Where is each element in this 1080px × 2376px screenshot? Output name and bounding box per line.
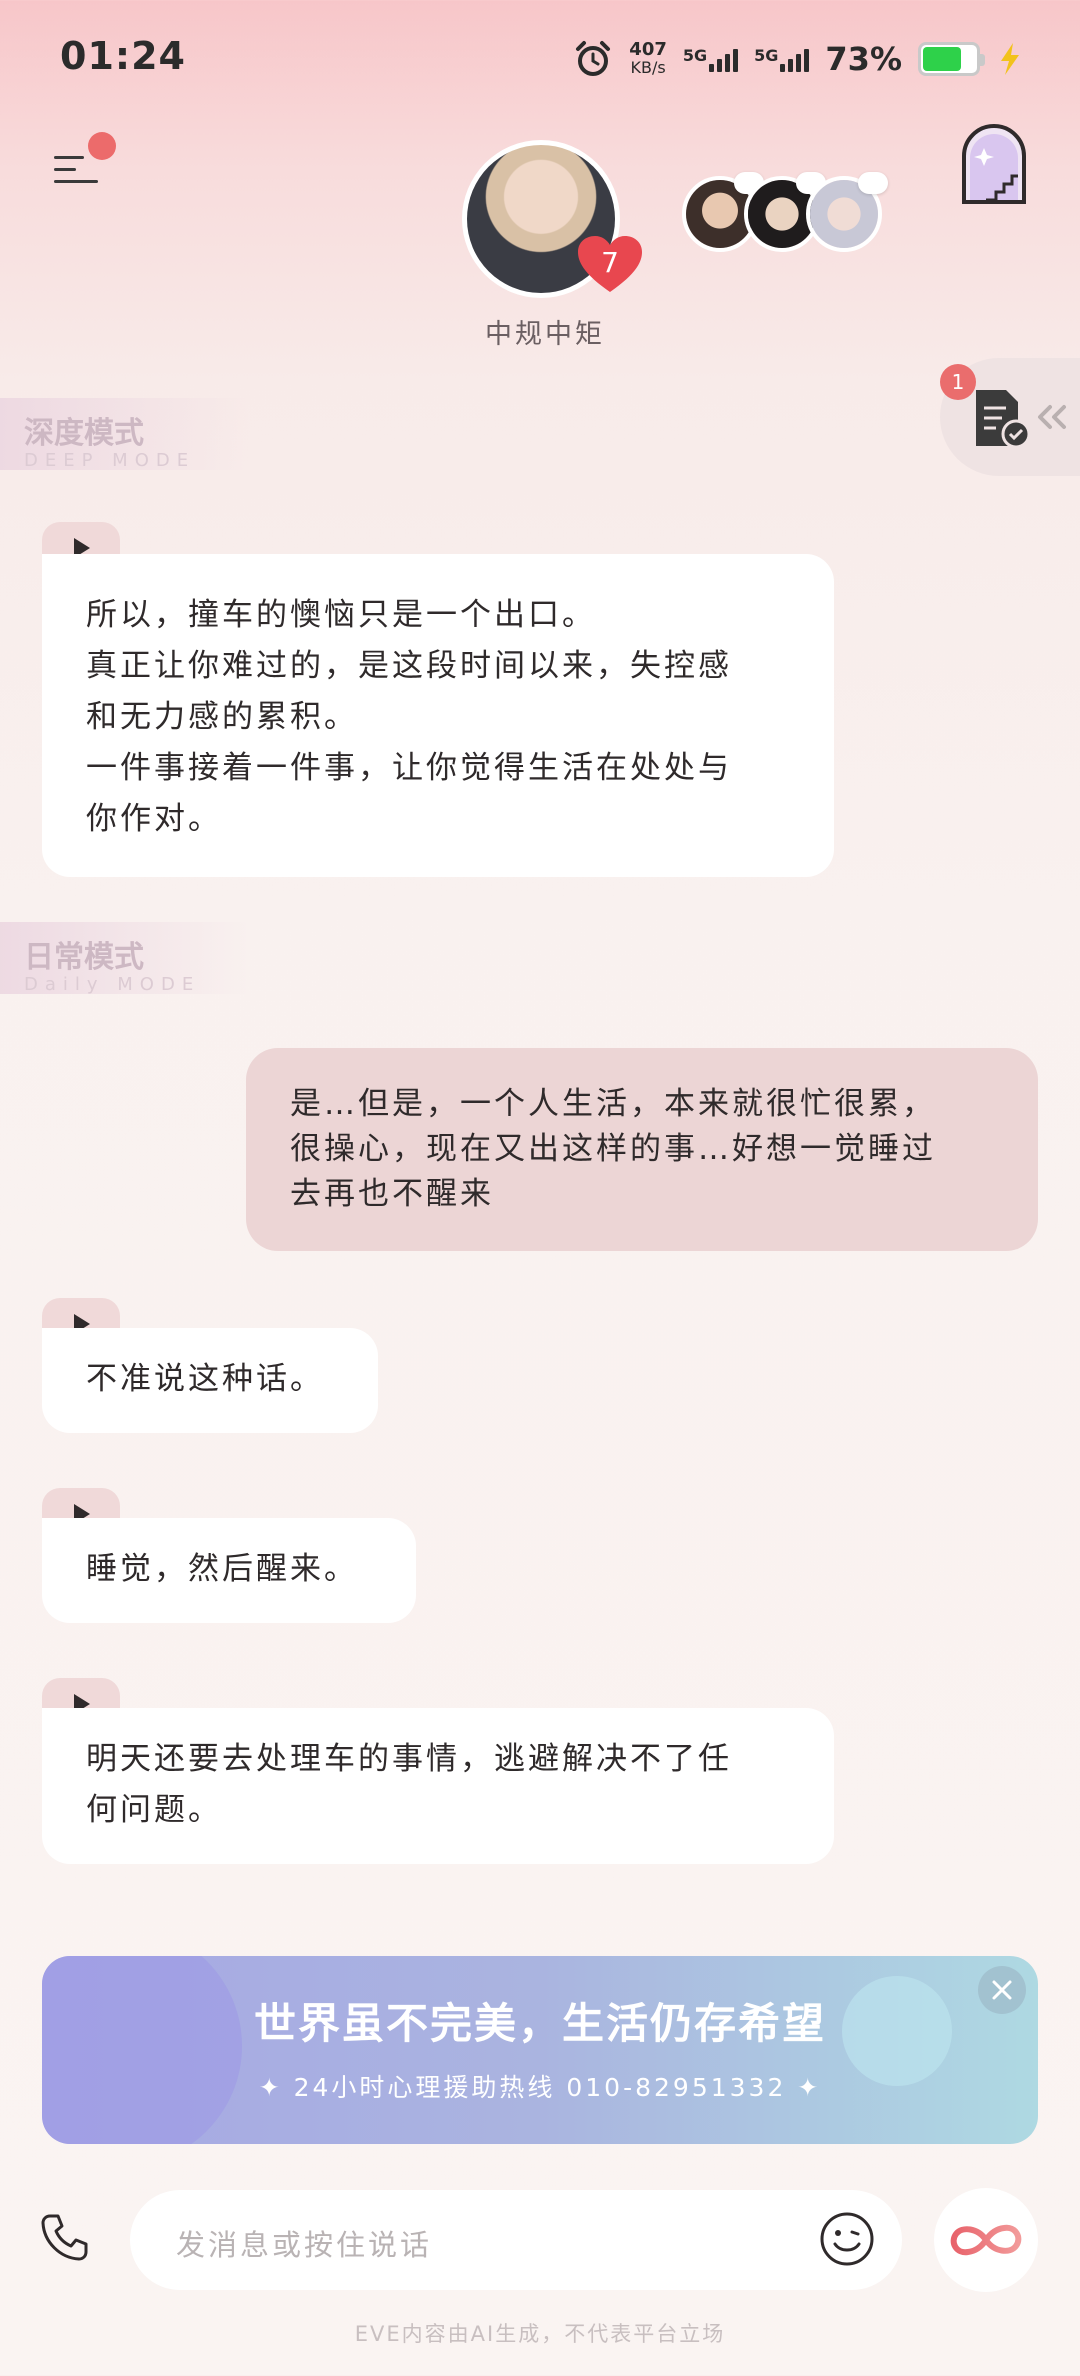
mode-title: 日常模式: [24, 940, 144, 975]
network-speed-value: 407: [629, 39, 667, 60]
checklist-document-icon: [976, 390, 1031, 449]
message-line: 一件事接着一件事，让你觉得生活在处处与: [86, 750, 732, 786]
phone-call-icon[interactable]: [36, 2210, 92, 2266]
status-icons: 407 KB/s 5G 5G 73%: [573, 34, 1024, 84]
double-chevron-left-icon: [1038, 405, 1066, 429]
signal-label: 5G: [682, 46, 708, 65]
message-bubble-ai: 明天还要去处理车的事情，逃避解决不了任 何问题。: [42, 1708, 834, 1864]
character-name: 中规中矩: [485, 319, 605, 350]
message-line: 所以，撞车的懊恼只是一个出口。: [86, 597, 596, 633]
dream-gate-icon[interactable]: [956, 122, 1032, 206]
hotline-banner[interactable]: 世界虽不完美，生活仍存希望 ✦ 24小时心理援助热线 010-82951332 …: [42, 1956, 1038, 2144]
battery-percent: 73%: [825, 40, 902, 78]
signal-5g-2: 5G: [754, 46, 810, 72]
network-speed-unit: KB/s: [630, 58, 666, 77]
message-bubble-user: 是…但是，一个人生活，本来就很忙很累， 很操心，现在又出这样的事…好想一觉睡过 …: [246, 1048, 1038, 1251]
message-line: 去再也不醒来: [290, 1176, 494, 1212]
signal-bars-icon: [780, 46, 810, 72]
daily-mode-tag: 日常模式 Daily MODE: [0, 922, 250, 995]
banner-close-button[interactable]: [978, 1966, 1026, 2014]
mode-subtitle: Daily MODE: [24, 974, 201, 995]
signal-5g-1: 5G: [682, 46, 739, 72]
message-bubble-ai: 睡觉，然后醒来。: [42, 1518, 416, 1623]
ai-disclaimer: EVE内容由AI生成，不代表平台立场: [354, 2322, 726, 2346]
banner-title: 世界虽不完美，生活仍存希望: [253, 1999, 826, 2048]
mode-title: 深度模式: [24, 416, 144, 451]
message-line: 你作对。: [86, 801, 222, 837]
message-line: 和无力感的累积。: [86, 699, 358, 735]
message-line: 何问题。: [86, 1792, 222, 1828]
message-input-placeholder: 发消息或按住说话: [176, 2228, 433, 2262]
message-line: 是…但是，一个人生活，本来就很忙很累，: [290, 1086, 936, 1122]
task-badge: 1: [940, 364, 976, 400]
message-line: 明天还要去处理车的事情，逃避解决不了任: [86, 1741, 732, 1777]
mode-subtitle: DEEP MODE: [24, 450, 196, 471]
network-speed: 407 KB/s: [629, 41, 667, 77]
message-bubble-ai: 不准说这种话。: [42, 1328, 378, 1433]
chat-bubble-icon: [858, 172, 888, 194]
other-characters: [682, 172, 888, 252]
message-line: 很操心，现在又出这样的事…好想一觉睡过: [290, 1131, 936, 1167]
heart-count: 7: [601, 246, 619, 279]
character-thumb[interactable]: [806, 172, 888, 252]
emoji-icon[interactable]: [818, 2210, 876, 2268]
charging-bolt-icon: [1001, 43, 1019, 75]
banner-hotline: ✦ 24小时心理援助热线 010-82951332 ✦: [258, 2073, 822, 2102]
message-bubble-ai: 所以，撞车的懊恼只是一个出口。 真正让你难过的，是这段时间以来，失控感 和无力感…: [42, 554, 834, 877]
status-time: 01:24: [60, 34, 186, 78]
battery-fill: [923, 47, 961, 71]
deep-mode-tag: 深度模式 DEEP MODE: [0, 398, 250, 471]
message-line: 睡觉，然后醒来。: [86, 1551, 358, 1587]
menu-notification-dot: [88, 132, 116, 160]
alarm-clock-icon: [576, 41, 611, 76]
battery-icon: [918, 42, 985, 76]
message-line: 不准说这种话。: [86, 1361, 324, 1397]
signal-label: 5G: [754, 46, 779, 65]
close-icon: [992, 1980, 1012, 2000]
signal-bars-icon: [709, 46, 739, 72]
infinity-button[interactable]: [934, 2188, 1038, 2292]
infinity-icon: [950, 2224, 1022, 2256]
message-line: 真正让你难过的，是这段时间以来，失控感: [86, 648, 732, 684]
